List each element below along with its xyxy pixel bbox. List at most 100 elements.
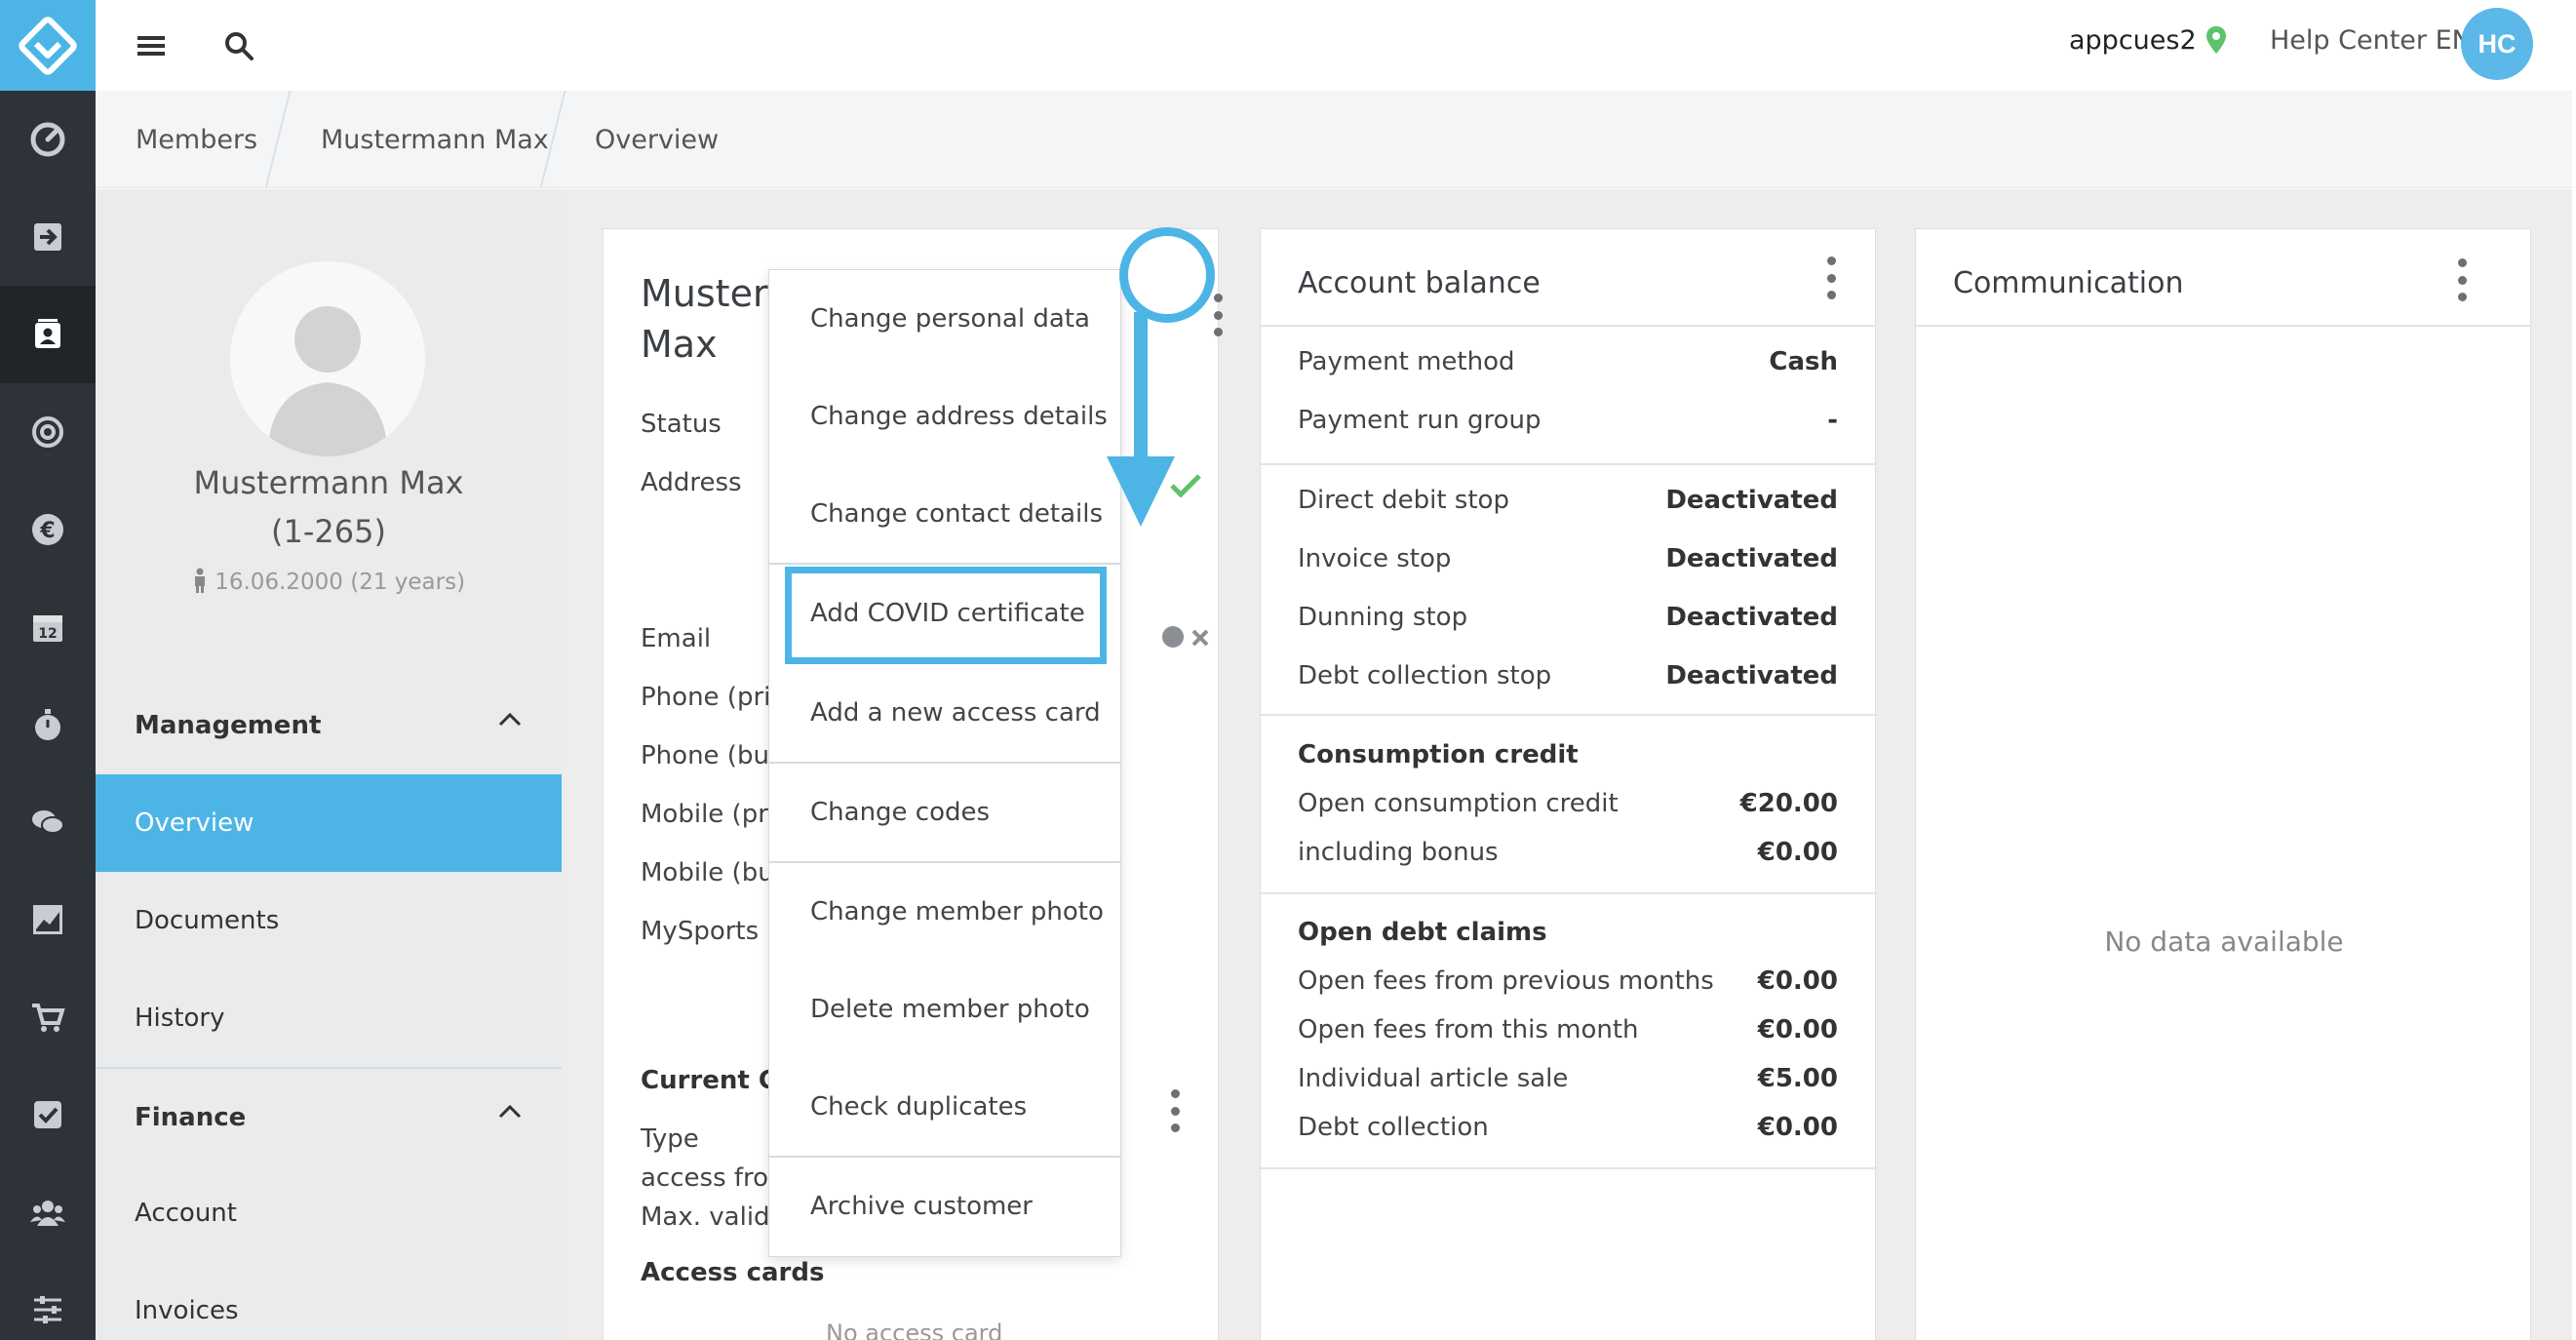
user-avatar[interactable]: HC [2461, 8, 2533, 80]
highlight-circle [1119, 227, 1215, 323]
dashboard-icon[interactable] [0, 91, 96, 188]
payment-run-group-row: Payment run group - [1298, 406, 1838, 435]
nav-item-documents[interactable]: Documents [96, 872, 562, 969]
chevron-up-icon [498, 1104, 522, 1119]
members-icon[interactable] [0, 286, 96, 383]
person-placeholder-icon [267, 306, 388, 456]
cart-icon[interactable] [0, 968, 96, 1066]
management-section-header[interactable]: Management [96, 677, 562, 774]
member-name: Mustermann Max [193, 464, 464, 501]
row-value: Deactivated [1665, 603, 1838, 632]
settings-sliders-icon[interactable] [0, 1261, 96, 1340]
communication-title: Communication [1953, 266, 2184, 300]
menu-item-check-duplicates[interactable]: Check duplicates [769, 1058, 1120, 1156]
invoice-stop-row: Invoice stop Deactivated [1298, 544, 1838, 573]
icon-rail: € 12 [0, 0, 96, 1340]
menu-item-change-personal-data[interactable]: Change personal data [769, 270, 1120, 368]
row-label: Open fees from previous months [1298, 966, 1714, 996]
breadcrumb-member-name[interactable]: Mustermann Max [321, 125, 549, 155]
row-value: Deactivated [1665, 661, 1838, 690]
consumption-credit-title: Consumption credit [1298, 740, 1579, 769]
individual-article-sale-row: Individual article sale €5.00 [1298, 1064, 1838, 1093]
check-in-icon[interactable] [0, 188, 96, 286]
phone-business-label: Phone (bus [641, 741, 783, 770]
divider [1261, 325, 1875, 327]
row-value: €20.00 [1739, 789, 1838, 818]
row-label: including bonus [1298, 838, 1499, 867]
direct-debit-stop-row: Direct debit stop Deactivated [1298, 486, 1838, 515]
app-logo[interactable] [0, 0, 96, 91]
nav-item-history[interactable]: History [96, 969, 562, 1067]
row-value: Deactivated [1665, 486, 1838, 515]
page: € 12 appcues2 Help Center EN HC Members … [0, 0, 2576, 1340]
member-dob-text: 16.06.2000 (21 years) [215, 570, 466, 595]
type-label: Type [641, 1124, 699, 1154]
finance-section-header[interactable]: Finance [96, 1069, 562, 1166]
member-sidebar: Mustermann Max (1-265) 16.06.2000 (21 ye… [96, 189, 562, 1340]
row-value: - [1827, 406, 1838, 435]
member-avatar[interactable] [230, 261, 425, 456]
breadcrumb-members[interactable]: Members [136, 125, 257, 155]
top-bar: appcues2 Help Center EN HC [96, 0, 2576, 91]
close-icon[interactable] [1191, 629, 1209, 650]
account-balance-card: Account balance Payment method Cash Payme… [1260, 228, 1876, 1340]
search-icon[interactable] [215, 21, 263, 70]
communication-card: Communication No data available [1915, 228, 2531, 1340]
divider [1261, 714, 1875, 716]
menu-item-change-member-photo[interactable]: Change member photo [769, 863, 1120, 961]
calendar-icon[interactable]: 12 [0, 578, 96, 676]
phone-private-label: Phone (priv [641, 683, 786, 712]
row-value: €0.00 [1757, 966, 1838, 996]
contract-kebab-icon[interactable] [1165, 1089, 1185, 1132]
tasks-icon[interactable] [0, 1066, 96, 1163]
menu-item-change-codes[interactable]: Change codes [769, 764, 1120, 861]
breadcrumb-separator [264, 91, 292, 188]
row-label: Individual article sale [1298, 1064, 1569, 1093]
member-kebab-menu-icon[interactable] [1208, 294, 1228, 336]
person-icon [194, 568, 205, 593]
chat-icon[interactable] [0, 773, 96, 871]
mysports-label: MySports [641, 917, 760, 946]
menu-item-change-address-details[interactable]: Change address details [769, 368, 1120, 465]
divider [1261, 1167, 1875, 1169]
account-balance-title: Account balance [1298, 266, 1541, 300]
chart-icon[interactable] [0, 871, 96, 968]
row-label: Payment run group [1298, 406, 1542, 435]
no-access-card-text: No access card [826, 1320, 1003, 1340]
menu-item-change-contact-details[interactable]: Change contact details [769, 465, 1120, 563]
menu-item-delete-member-photo[interactable]: Delete member photo [769, 961, 1120, 1058]
open-fees-this-month-row: Open fees from this month €0.00 [1298, 1015, 1838, 1044]
menu-item-add-access-card[interactable]: Add a new access card [769, 664, 1120, 762]
row-value: €0.00 [1757, 1015, 1838, 1044]
member-actions-menu: Change personal data Change address deta… [768, 269, 1121, 1257]
including-bonus-row: including bonus €0.00 [1298, 838, 1838, 867]
nav-item-account[interactable]: Account [96, 1164, 562, 1262]
communication-kebab-icon[interactable] [2452, 258, 2472, 301]
svg-text:12: 12 [38, 626, 57, 642]
tutorial-arrow-icon [1107, 312, 1175, 527]
username[interactable]: appcues2 [2069, 25, 2197, 56]
groups-icon[interactable] [0, 1163, 96, 1261]
access-cards-title: Access cards [641, 1258, 825, 1287]
debt-collection-stop-row: Debt collection stop Deactivated [1298, 661, 1838, 690]
nav-item-invoices[interactable]: Invoices [96, 1262, 562, 1340]
divider [1916, 325, 2530, 327]
menu-item-archive-customer[interactable]: Archive customer [769, 1158, 1120, 1255]
svg-text:€: € [39, 519, 55, 543]
payment-method-row: Payment method Cash [1298, 347, 1838, 376]
row-value: €0.00 [1757, 1113, 1838, 1142]
open-consumption-credit-row: Open consumption credit €20.00 [1298, 789, 1838, 818]
hamburger-menu-icon[interactable] [127, 21, 176, 70]
divider [1261, 463, 1875, 465]
status-dot-icon [1161, 625, 1185, 652]
breadcrumb-overview: Overview [595, 125, 720, 155]
divider [1261, 892, 1875, 894]
stopwatch-icon[interactable] [0, 676, 96, 773]
euro-icon[interactable]: € [0, 481, 96, 578]
address-label: Address [641, 468, 742, 497]
member-dob: 16.06.2000 (21 years) [96, 568, 562, 595]
account-balance-kebab-icon[interactable] [1821, 256, 1841, 299]
target-icon[interactable] [0, 383, 96, 481]
help-center-link[interactable]: Help Center EN [2270, 25, 2472, 56]
nav-item-overview[interactable]: Overview [96, 774, 562, 872]
